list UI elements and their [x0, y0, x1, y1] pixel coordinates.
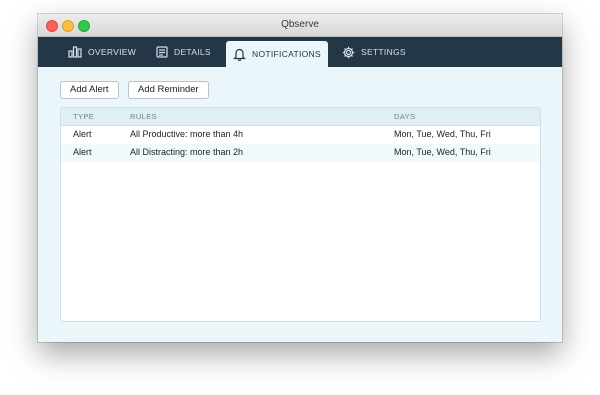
row-type: Alert [73, 129, 92, 139]
tab-details[interactable]: DETAILS [156, 37, 211, 67]
row-days: Mon, Tue, Wed, Thu, Fri [394, 129, 491, 139]
list-icon [156, 46, 168, 58]
bell-icon [233, 47, 246, 61]
add-reminder-button[interactable]: Add Reminder [128, 81, 209, 99]
column-header-days[interactable]: DAYS [394, 108, 415, 125]
tab-bar: OVERVIEW DETAILS NOTIFICATIONS SETTINGS [38, 37, 562, 67]
column-header-rules[interactable]: RULES [130, 108, 157, 125]
minimize-window-button[interactable] [62, 20, 74, 32]
column-header-type[interactable]: TYPE [73, 108, 94, 125]
bar-chart-icon [68, 46, 82, 58]
tab-notifications[interactable]: NOTIFICATIONS [226, 41, 328, 67]
notifications-table: TYPE RULES DAYS Alert All Productive: mo… [60, 107, 541, 322]
tab-settings-label: SETTINGS [361, 47, 406, 57]
tab-overview[interactable]: OVERVIEW [68, 37, 136, 67]
tab-overview-label: OVERVIEW [88, 47, 137, 57]
window-title: Qbserve [281, 19, 319, 30]
tab-settings[interactable]: SETTINGS [342, 37, 406, 67]
row-rule: All Distracting: more than 2h [130, 147, 244, 157]
tab-notifications-label: NOTIFICATIONS [252, 49, 321, 59]
gear-icon [342, 46, 355, 59]
title-bar: Qbserve [38, 14, 562, 37]
add-alert-button[interactable]: Add Alert [60, 81, 119, 99]
app-window: Qbserve OVERVIEW DETAILS NOTIFICATIONS S… [38, 14, 562, 342]
close-window-button[interactable] [46, 20, 58, 32]
row-type: Alert [73, 147, 92, 157]
table-header: TYPE RULES DAYS [61, 108, 540, 126]
table-row[interactable]: Alert All Distracting: more than 2h Mon,… [61, 144, 540, 162]
zoom-window-button[interactable] [78, 20, 90, 32]
row-days: Mon, Tue, Wed, Thu, Fri [394, 147, 491, 157]
row-rule: All Productive: more than 4h [130, 129, 244, 139]
tab-details-label: DETAILS [174, 47, 211, 57]
notifications-panel: Add Alert Add Reminder TYPE RULES DAYS A… [38, 67, 562, 342]
table-row[interactable]: Alert All Productive: more than 4h Mon, … [61, 126, 540, 144]
